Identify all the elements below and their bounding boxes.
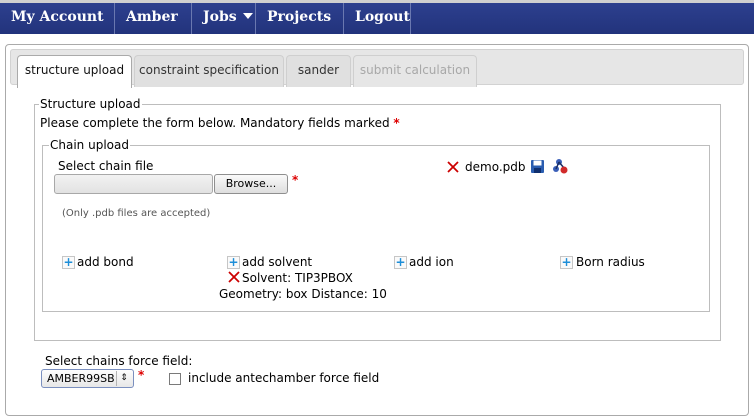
tab-submit-calculation: submit calculation — [353, 55, 477, 87]
force-field-label: Select chains force field: — [45, 354, 193, 368]
tab-submit-calculation-label: submit calculation — [359, 63, 471, 77]
force-field-selected-value: AMBER99SB — [47, 372, 115, 385]
select-chain-file-label: Select chain file — [58, 159, 154, 173]
required-marker: * — [393, 116, 400, 130]
solvent-geometry: Geometry: box Distance: 10 — [219, 287, 387, 301]
solvent-name: Solvent: TIP3PBOX — [242, 271, 353, 285]
menu-my-account[interactable]: My Account — [0, 3, 115, 48]
born-radius-link[interactable]: Born radius — [576, 255, 645, 269]
molecule-view-icon[interactable] — [552, 158, 569, 175]
structure-upload-legend: Structure upload — [40, 97, 141, 111]
force-field-required-marker: * — [138, 368, 145, 382]
add-bond-link[interactable]: add bond — [77, 255, 134, 269]
antechamber-checkbox[interactable] — [169, 373, 181, 385]
menu-jobs[interactable]: Jobs — [192, 3, 256, 34]
chain-file-input[interactable] — [54, 174, 213, 194]
menu-amber[interactable]: Amber — [115, 3, 192, 48]
tab-structure-upload-label: structure upload — [24, 63, 125, 77]
chain-upload-legend: Chain upload — [50, 138, 129, 152]
form-instruction-text: Please complete the form below. Mandator… — [40, 116, 390, 130]
tab-constraint-specification[interactable]: constraint specification — [134, 55, 284, 87]
form-instruction: Please complete the form below. Mandator… — [40, 116, 400, 130]
browse-button[interactable]: Browse... — [214, 174, 288, 194]
main-menu-bar: My Account Amber Jobs Projects Logout — [0, 0, 754, 48]
add-bond-icon[interactable]: + — [62, 256, 75, 269]
force-field-select[interactable]: AMBER99SB ⇕ — [41, 369, 134, 388]
antechamber-label: include antechamber force field — [188, 371, 380, 385]
menu-projects[interactable]: Projects — [256, 3, 344, 48]
menu-jobs-label: Jobs — [203, 9, 237, 25]
remove-solvent-icon[interactable] — [227, 270, 241, 284]
add-ion-icon[interactable]: + — [394, 256, 407, 269]
menu-amber-label: Amber — [126, 9, 178, 25]
born-radius-icon[interactable]: + — [560, 256, 573, 269]
chevron-down-icon — [242, 13, 253, 19]
tab-sander-label: sander — [297, 63, 340, 77]
add-ion-link[interactable]: add ion — [409, 255, 454, 269]
tab-sander[interactable]: sander — [286, 55, 351, 87]
remove-file-icon[interactable] — [446, 160, 460, 174]
tab-structure-upload[interactable]: structure upload — [17, 55, 132, 88]
pdb-only-note: (Only .pdb files are accepted) — [62, 208, 211, 219]
select-arrows-icon: ⇕ — [116, 371, 131, 386]
tab-constraint-specification-label: constraint specification — [139, 63, 279, 77]
chain-file-required-marker: * — [292, 173, 299, 187]
save-icon[interactable] — [530, 159, 545, 174]
add-solvent-icon[interactable]: + — [227, 256, 240, 269]
menu-logout-label: Logout — [355, 9, 410, 25]
add-solvent-link[interactable]: add solvent — [242, 255, 312, 269]
menu-logout[interactable]: Logout — [344, 3, 411, 34]
tab-bar: structure upload constraint specificatio… — [10, 49, 744, 88]
menu-projects-label: Projects — [267, 9, 332, 25]
uploaded-file-name: demo.pdb — [465, 160, 526, 174]
menu-my-account-label: My Account — [11, 9, 104, 25]
